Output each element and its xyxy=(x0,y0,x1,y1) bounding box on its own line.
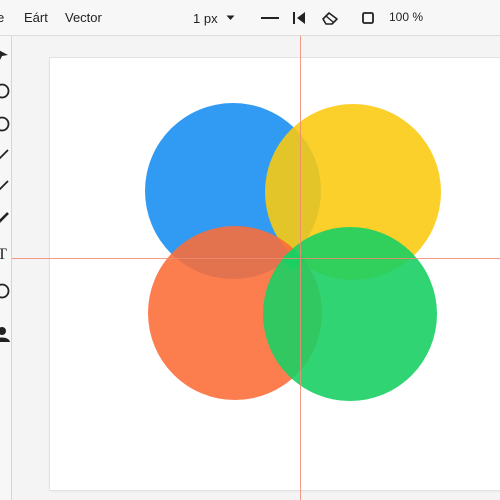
pen-tool[interactable] xyxy=(0,177,11,197)
shape-tool[interactable] xyxy=(0,281,11,301)
zoom-level[interactable]: 100 % xyxy=(389,10,423,24)
pencil-icon xyxy=(0,212,9,223)
user-tool[interactable] xyxy=(0,324,11,344)
arrowhead-button[interactable] xyxy=(288,0,310,36)
text-tool-glyph: T xyxy=(0,245,7,265)
line-style-button[interactable] xyxy=(258,0,282,36)
arrowhead-icon xyxy=(293,12,305,24)
horizontal-guide[interactable] xyxy=(12,258,500,259)
top-toolbar: e Eárt Vector 1 px 100 % xyxy=(0,0,500,36)
user-icon xyxy=(0,327,10,342)
menu-item-vector[interactable]: Vector xyxy=(65,10,102,25)
canvas-workspace[interactable] xyxy=(12,36,500,500)
text-tool[interactable]: T xyxy=(0,245,11,265)
ellipse-tool[interactable] xyxy=(0,81,11,101)
shape-layer xyxy=(145,103,441,401)
stroke-width-select[interactable]: 1 px xyxy=(193,8,235,28)
circle-icon xyxy=(0,83,10,99)
stroke-width-value: 1 px xyxy=(193,10,218,26)
chevron-down-icon xyxy=(226,15,235,20)
vector-editor-app: e Eárt Vector 1 px 100 % xyxy=(0,0,500,500)
menu-item-edit[interactable]: Eárt xyxy=(24,10,48,25)
vertical-guide[interactable] xyxy=(300,36,301,500)
cursor-arrow-icon xyxy=(0,50,8,60)
menu-item-file[interactable]: e xyxy=(0,10,4,25)
pencil-tool[interactable] xyxy=(0,209,11,229)
eraser-icon xyxy=(322,12,338,25)
fill-square-icon xyxy=(362,12,374,24)
line-style-icon xyxy=(261,17,279,19)
select-tool[interactable] xyxy=(0,45,11,65)
pen-icon xyxy=(0,180,9,191)
fill-button[interactable] xyxy=(357,0,379,36)
eraser-button[interactable] xyxy=(319,0,341,36)
circle-tool[interactable] xyxy=(0,114,11,134)
line-icon xyxy=(0,149,9,160)
circle-shape-icon xyxy=(0,283,10,299)
line-tool[interactable] xyxy=(0,146,11,166)
circle-outline-icon xyxy=(0,116,10,132)
tool-rail: T xyxy=(0,36,12,500)
